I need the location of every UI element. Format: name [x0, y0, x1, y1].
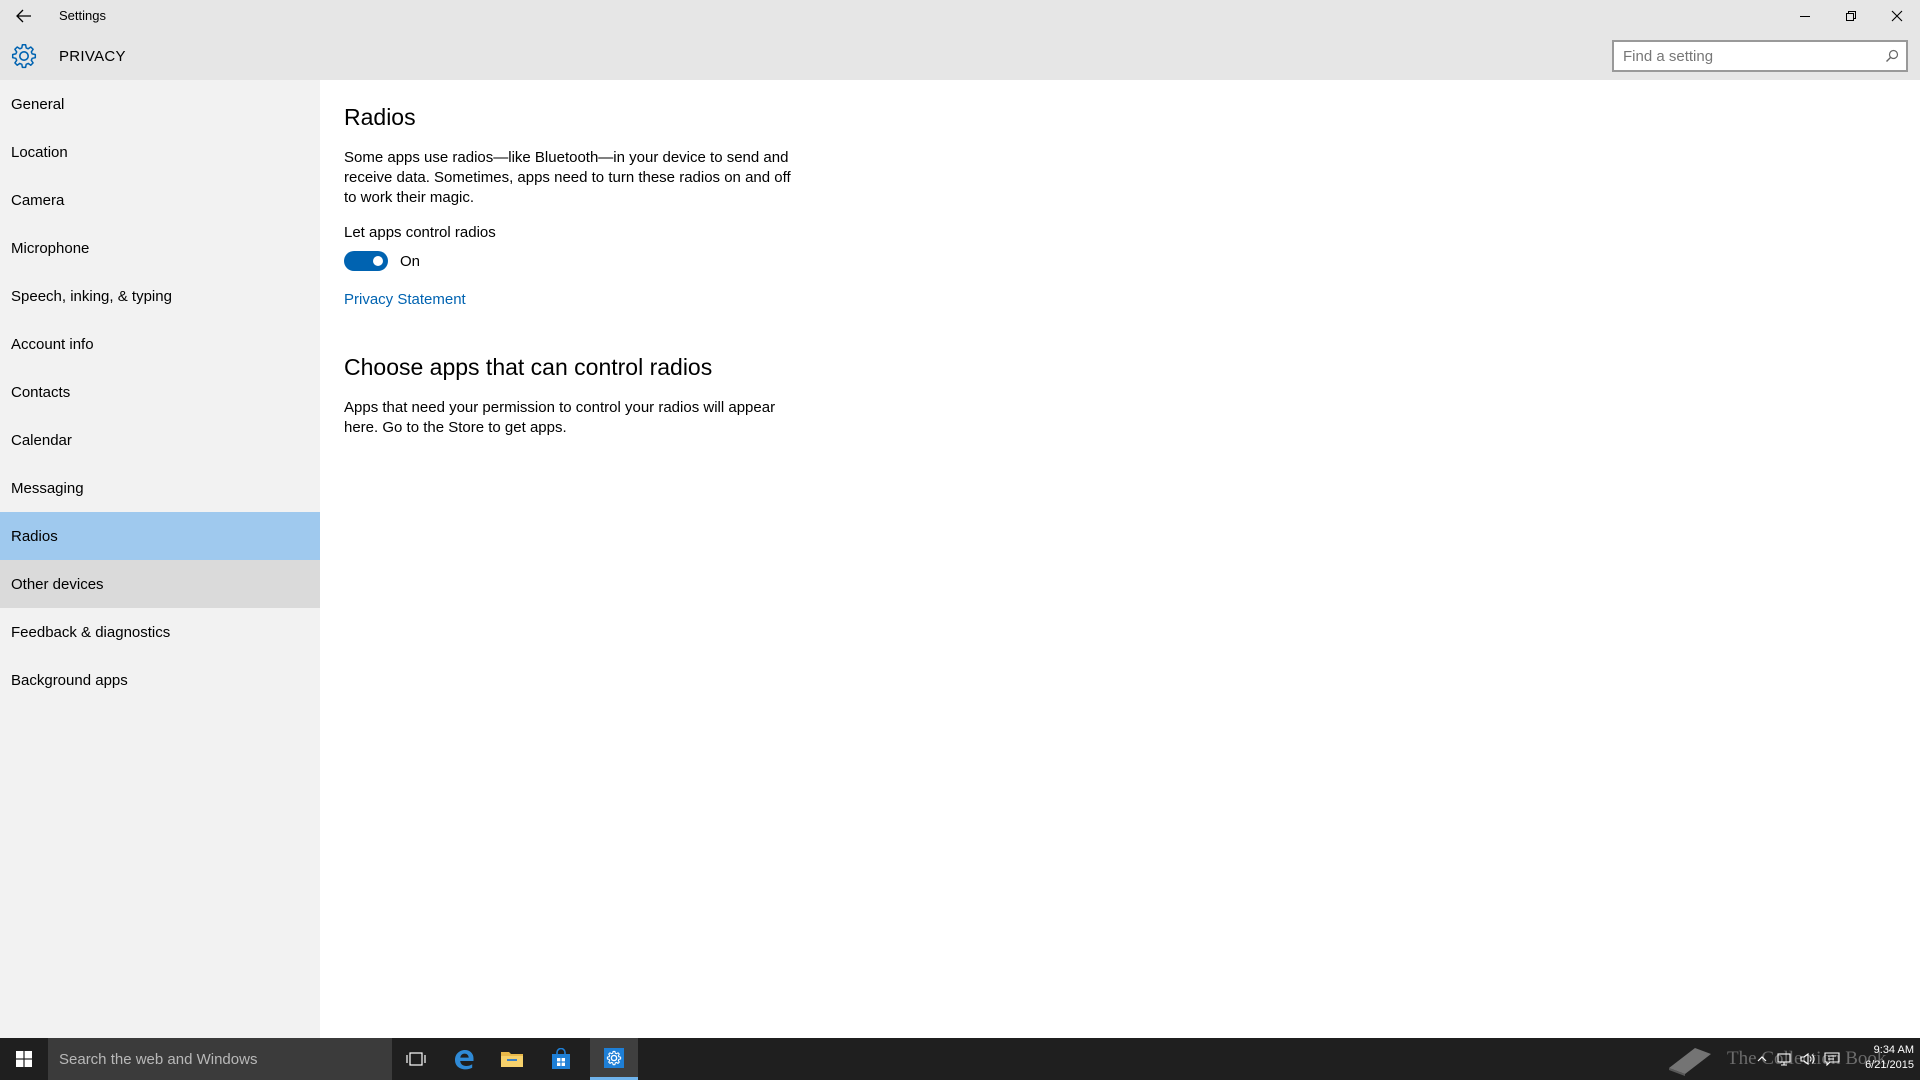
section-description: Some apps use radios—like Bluetooth—in y… — [344, 149, 791, 206]
edge-button[interactable] — [440, 1038, 488, 1080]
task-view-button[interactable] — [392, 1038, 440, 1080]
windows-logo-icon — [16, 1051, 32, 1067]
title-bar: Settings — [0, 0, 1920, 32]
window-title: Settings — [59, 8, 106, 23]
edge-browser-icon — [455, 1050, 474, 1070]
toggle-row: On — [344, 251, 1884, 271]
section-heading: Radios — [344, 104, 416, 130]
network-button[interactable] — [1773, 1038, 1795, 1080]
folder-icon — [501, 1052, 523, 1067]
sidebar-item-label: Location — [11, 143, 68, 161]
taskbar-search-placeholder: Search the web and Windows — [59, 1050, 258, 1068]
sidebar-item-messaging[interactable]: Messaging — [0, 464, 320, 512]
taskbar-clock[interactable]: 9:34 AM 6/21/2015 — [1846, 1043, 1914, 1073]
clock-time: 9:34 AM — [1873, 1044, 1914, 1056]
minimize-icon — [1800, 16, 1810, 17]
restore-icon — [1846, 11, 1856, 21]
task-view-icon — [406, 1052, 426, 1066]
sidebar-item-label: Background apps — [11, 671, 128, 689]
sidebar-item-radios[interactable]: Radios — [0, 512, 320, 560]
sidebar-item-label: Account info — [11, 335, 94, 353]
sidebar-item-account-info[interactable]: Account info — [0, 320, 320, 368]
minimize-button[interactable] — [1782, 0, 1828, 32]
sidebar-item-label: Radios — [11, 527, 58, 545]
clock-date: 6/21/2015 — [1865, 1059, 1914, 1071]
sidebar-item-label: Messaging — [11, 479, 84, 497]
sidebar-item-speech[interactable]: Speech, inking, & typing — [0, 272, 320, 320]
sidebar-item-label: Speech, inking, & typing — [11, 287, 172, 305]
close-button[interactable] — [1874, 0, 1920, 32]
sidebar-item-calendar[interactable]: Calendar — [0, 416, 320, 464]
apps-section-description: Apps that need your permission to contro… — [344, 399, 776, 436]
volume-button[interactable] — [1797, 1038, 1819, 1080]
search-icon[interactable] — [1878, 42, 1906, 70]
speaker-icon — [1800, 1052, 1815, 1066]
sidebar: General Location Camera Microphone Speec… — [0, 80, 320, 1038]
settings-taskbar-button[interactable] — [590, 1038, 638, 1080]
network-icon — [1777, 1053, 1791, 1066]
sidebar-item-label: Contacts — [11, 383, 71, 401]
search-box[interactable] — [1612, 40, 1908, 72]
sidebar-item-microphone[interactable]: Microphone — [0, 224, 320, 272]
store-button[interactable] — [537, 1038, 585, 1080]
start-button[interactable] — [0, 1038, 48, 1080]
sidebar-item-label: Feedback & diagnostics — [11, 623, 171, 641]
sidebar-item-background-apps[interactable]: Background apps — [0, 656, 320, 704]
sidebar-item-general[interactable]: General — [0, 80, 320, 128]
sidebar-item-label: Calendar — [11, 431, 72, 449]
file-explorer-button[interactable] — [488, 1038, 536, 1080]
sidebar-item-label: General — [11, 95, 65, 113]
page-title: PRIVACY — [59, 48, 126, 65]
search-input[interactable] — [1614, 42, 1878, 70]
sidebar-item-feedback[interactable]: Feedback & diagnostics — [0, 608, 320, 656]
tray-overflow-button[interactable] — [1752, 1038, 1772, 1080]
action-center-button[interactable] — [1821, 1038, 1843, 1080]
main-content: Radios Some apps use radios—like Bluetoo… — [344, 80, 1884, 438]
privacy-statement-link[interactable]: Privacy Statement — [344, 291, 466, 308]
sidebar-item-location[interactable]: Location — [0, 128, 320, 176]
book-watermark-icon — [1669, 1048, 1711, 1076]
toggle-label: Let apps control radios — [344, 224, 496, 241]
taskbar-search-box[interactable]: Search the web and Windows — [48, 1038, 392, 1080]
sidebar-item-camera[interactable]: Camera — [0, 176, 320, 224]
sidebar-item-contacts[interactable]: Contacts — [0, 368, 320, 416]
restore-button[interactable] — [1828, 0, 1874, 32]
close-icon — [1891, 10, 1903, 22]
back-button[interactable] — [0, 0, 48, 32]
settings-gear-icon — [604, 1047, 624, 1068]
apps-section-heading: Choose apps that can control radios — [344, 354, 713, 380]
toggle-knob — [373, 256, 383, 266]
back-arrow-icon — [16, 9, 31, 23]
sidebar-item-label: Other devices — [11, 575, 104, 593]
sidebar-item-other-devices[interactable]: Other devices — [0, 560, 320, 608]
notification-icon — [1824, 1052, 1840, 1066]
sidebar-item-label: Camera — [11, 191, 65, 209]
chevron-up-icon — [1757, 1056, 1767, 1062]
sidebar-item-label: Microphone — [11, 239, 90, 257]
radios-toggle-switch[interactable] — [344, 251, 388, 271]
toggle-state-label: On — [400, 252, 421, 270]
store-bag-icon — [552, 1048, 570, 1069]
taskbar: Search the web and Windows The Collectio… — [0, 1038, 1920, 1080]
page-header: PRIVACY — [0, 32, 1920, 80]
gear-icon — [11, 44, 37, 69]
